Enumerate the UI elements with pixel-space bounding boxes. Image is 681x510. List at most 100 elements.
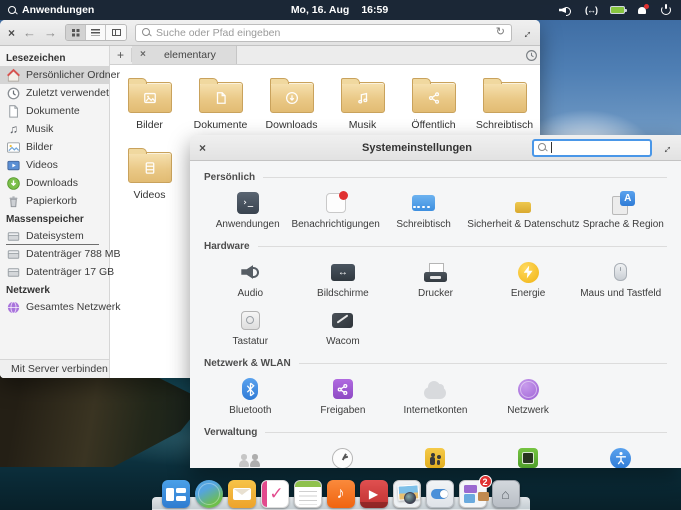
- settings-tile-netzwerk[interactable]: Netzwerk: [482, 372, 575, 420]
- maximize-icon[interactable]: [518, 24, 535, 41]
- folder-dokumente[interactable]: Dokumente: [185, 73, 256, 143]
- maximize-icon[interactable]: [658, 139, 675, 156]
- settings-tile-internetkonten[interactable]: Internetkonten: [389, 372, 482, 420]
- settings-search-bar[interactable]: [532, 138, 652, 157]
- update-count-badge: 2: [478, 475, 492, 488]
- settings-tile-sprache[interactable]: Sprache & Region: [580, 186, 667, 234]
- notifications-icon[interactable]: [638, 4, 650, 15]
- settings-tile-energie[interactable]: Energie: [482, 255, 575, 303]
- settings-tile-tastatur[interactable]: Tastatur: [204, 303, 297, 351]
- grid-view-button[interactable]: [66, 25, 87, 40]
- network-icon[interactable]: [585, 5, 597, 15]
- close-icon[interactable]: [8, 27, 15, 39]
- refresh-icon[interactable]: [496, 27, 505, 38]
- settings-tile-benachrichtigungen[interactable]: Benachrichtigungen: [291, 186, 380, 234]
- tasks-icon[interactable]: [260, 480, 289, 508]
- sidebar-item-pictures[interactable]: Bilder: [0, 138, 109, 156]
- top-panel: Anwendungen Mo, 16. Aug 16:59: [0, 0, 681, 20]
- settings-tile-maus[interactable]: Maus und Tastfeld: [574, 255, 667, 303]
- folder-icon: [269, 78, 314, 113]
- tab-elementary[interactable]: elementary: [132, 46, 237, 64]
- connect-server-label: Mit Server verbinden …: [11, 363, 122, 375]
- system-settings-icon[interactable]: [425, 480, 454, 508]
- folder-bilder[interactable]: Bilder: [114, 73, 185, 143]
- calendar-icon[interactable]: [293, 480, 322, 508]
- drive-icon: [7, 231, 20, 241]
- new-tab-button[interactable]: [110, 48, 132, 62]
- applications-menu[interactable]: Anwendungen: [0, 4, 291, 16]
- settings-tile-audio[interactable]: Audio: [204, 255, 297, 303]
- settings-tile-bildschirme[interactable]: Bildschirme: [297, 255, 390, 303]
- music-icon[interactable]: [326, 480, 355, 508]
- home-folder-icon[interactable]: [491, 480, 520, 508]
- tab-bar: elementary: [110, 46, 540, 65]
- search-icon: [538, 143, 547, 152]
- battery-icon[interactable]: [610, 6, 628, 14]
- settings-tile-datum-uhrzeit[interactable]: Datum & Uhrzeit: [297, 441, 390, 468]
- settings-tile-system[interactable]: System: [482, 441, 575, 468]
- section-divider: [257, 246, 667, 247]
- settings-tile-wacom[interactable]: Wacom: [297, 303, 390, 351]
- recent-icon: [7, 87, 20, 99]
- settings-tile-bluetooth[interactable]: Bluetooth: [204, 372, 297, 420]
- settings-tile-sicherheit[interactable]: Sicherheit & Datenschutz: [467, 186, 580, 234]
- forward-button[interactable]: [44, 26, 57, 39]
- path-search-bar[interactable]: [135, 23, 512, 42]
- view-switcher: [65, 24, 128, 41]
- panel-time: 16:59: [361, 4, 389, 16]
- list-view-button[interactable]: [86, 25, 107, 40]
- sidebar-item-downloads[interactable]: Downloads: [0, 174, 109, 192]
- multitasking-icon[interactable]: [161, 480, 190, 508]
- folder-musik[interactable]: Musik: [327, 73, 398, 143]
- chip-icon: [518, 448, 539, 468]
- settings-tile-benutzerkonten[interactable]: Benutzerkonten: [204, 441, 297, 468]
- sidebar-item-videos[interactable]: Videos: [0, 156, 109, 174]
- folder-schreibtisch[interactable]: Schreibtisch: [469, 73, 540, 143]
- connect-server-button[interactable]: Mit Server verbinden …: [0, 359, 121, 378]
- path-search-input[interactable]: [156, 26, 491, 39]
- text-cursor: [551, 142, 552, 153]
- settings-tile-rechnerzeit[interactable]: Rechnerzeit & Beschränkungen: [389, 441, 482, 468]
- section-label: Netzwerk & WLAN: [204, 358, 291, 369]
- mail-icon[interactable]: [227, 480, 256, 508]
- sidebar-item-volume-17gb[interactable]: Datenträger 17 GB: [0, 263, 114, 281]
- sidebar-item-recent[interactable]: Zuletzt verwendet: [0, 84, 109, 102]
- web-browser-icon[interactable]: [194, 480, 223, 508]
- tiles-hardware: Audio Bildschirme Drucker Energie Maus u…: [204, 255, 667, 351]
- folder-downloads[interactable]: Downloads: [256, 73, 327, 143]
- folder-label: Öffentlich: [411, 119, 456, 131]
- close-icon[interactable]: [199, 142, 206, 154]
- folder-oeffentlich[interactable]: Öffentlich: [398, 73, 469, 143]
- sidebar-item-label: Musik: [26, 123, 54, 135]
- datetime-indicator[interactable]: Mo, 16. Aug 16:59: [291, 4, 388, 16]
- tab-close-icon[interactable]: [140, 50, 146, 60]
- photos-icon[interactable]: [392, 480, 421, 508]
- back-button[interactable]: [23, 26, 36, 39]
- sidebar-item-entire-network[interactable]: Gesamtes Netzwerk: [0, 298, 121, 316]
- videos-icon[interactable]: [359, 480, 388, 508]
- settings-tile-zugangshilfen[interactable]: Zugangshilfen: [574, 441, 667, 468]
- settings-tile-anwendungen[interactable]: Anwendungen: [204, 186, 291, 234]
- sidebar-item-documents[interactable]: Dokumente: [0, 102, 109, 120]
- appcenter-icon[interactable]: 2: [458, 475, 492, 508]
- power-icon[interactable]: [661, 4, 671, 15]
- sidebar-item-volume-788mb[interactable]: Datenträger 788 MB: [0, 245, 121, 263]
- speaker-icon: [241, 265, 260, 280]
- tablet-pen-icon: [332, 312, 354, 328]
- section-divider: [298, 363, 667, 364]
- settings-tile-drucker[interactable]: Drucker: [389, 255, 482, 303]
- history-icon[interactable]: [525, 49, 538, 62]
- folder-icon: [482, 78, 527, 113]
- sidebar-item-home[interactable]: Persönlicher Ordner: [0, 66, 120, 84]
- sidebar-item-filesystem[interactable]: Dateisystem: [0, 227, 109, 245]
- sidebar-item-trash[interactable]: Papierkorb: [0, 192, 109, 210]
- volume-icon[interactable]: [559, 5, 572, 16]
- share-icon: [332, 379, 353, 399]
- sidebar-item-label: Datenträger 17 GB: [26, 266, 115, 278]
- sidebar-item-music[interactable]: ♫ Musik: [0, 120, 109, 138]
- column-view-button[interactable]: [106, 25, 127, 40]
- panel-date: Mo, 16. Aug: [290, 4, 350, 16]
- folder-videos[interactable]: Videos: [114, 143, 185, 213]
- settings-tile-schreibtisch[interactable]: Schreibtisch: [380, 186, 467, 234]
- settings-tile-freigaben[interactable]: Freigaben: [297, 372, 390, 420]
